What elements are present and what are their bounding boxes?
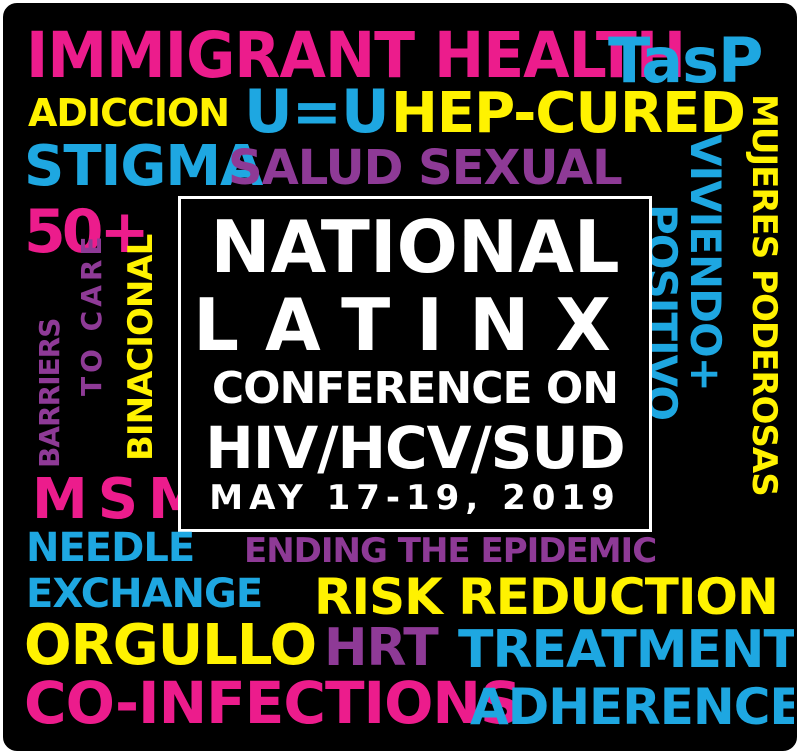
- word-u-equals-u: U=U: [244, 77, 390, 147]
- title-hiv-hcv-sud: HIV/HCV/SUD: [205, 414, 625, 482]
- word-salud-sexual: SALUD SEXUAL: [228, 140, 623, 196]
- title-latinx: LATINX: [193, 283, 637, 367]
- word-hrt: HRT: [324, 618, 439, 678]
- title-national: NATIONAL: [210, 205, 620, 289]
- word-adherence: ADHERENCE: [470, 678, 797, 736]
- conference-poster: IMMIGRANT HEALTH TasP ADICCION U=U HEP-C…: [3, 3, 797, 751]
- word-mujeres-poderosas: MUJERES PODEROSAS: [744, 94, 784, 496]
- conference-title-box: NATIONAL LATINX CONFERENCE ON HIV/HCV/SU…: [178, 196, 652, 532]
- word-stigma: STIGMA: [24, 134, 263, 199]
- word-barriers: BARRIERS: [33, 318, 66, 468]
- title-dates: MAY 17-19, 2019: [209, 478, 621, 518]
- word-viviendo: VIVIENDO+: [681, 134, 730, 391]
- word-binacional: BINACIONAL: [121, 234, 161, 461]
- title-conference-on: CONFERENCE ON: [211, 363, 619, 414]
- word-risk-reduction: RISK REDUCTION: [314, 568, 779, 626]
- word-orgullo: ORGULLO: [24, 613, 317, 678]
- word-co-infections: CO-INFECTIONS: [24, 669, 522, 737]
- word-adiccion: ADICCION: [28, 91, 230, 135]
- word-exchange: EXCHANGE: [26, 571, 263, 617]
- word-to-care: TO CARE: [75, 232, 108, 396]
- word-needle: NEEDLE: [26, 525, 195, 571]
- word-ending-the-epidemic: ENDING THE EPIDEMIC: [244, 531, 657, 571]
